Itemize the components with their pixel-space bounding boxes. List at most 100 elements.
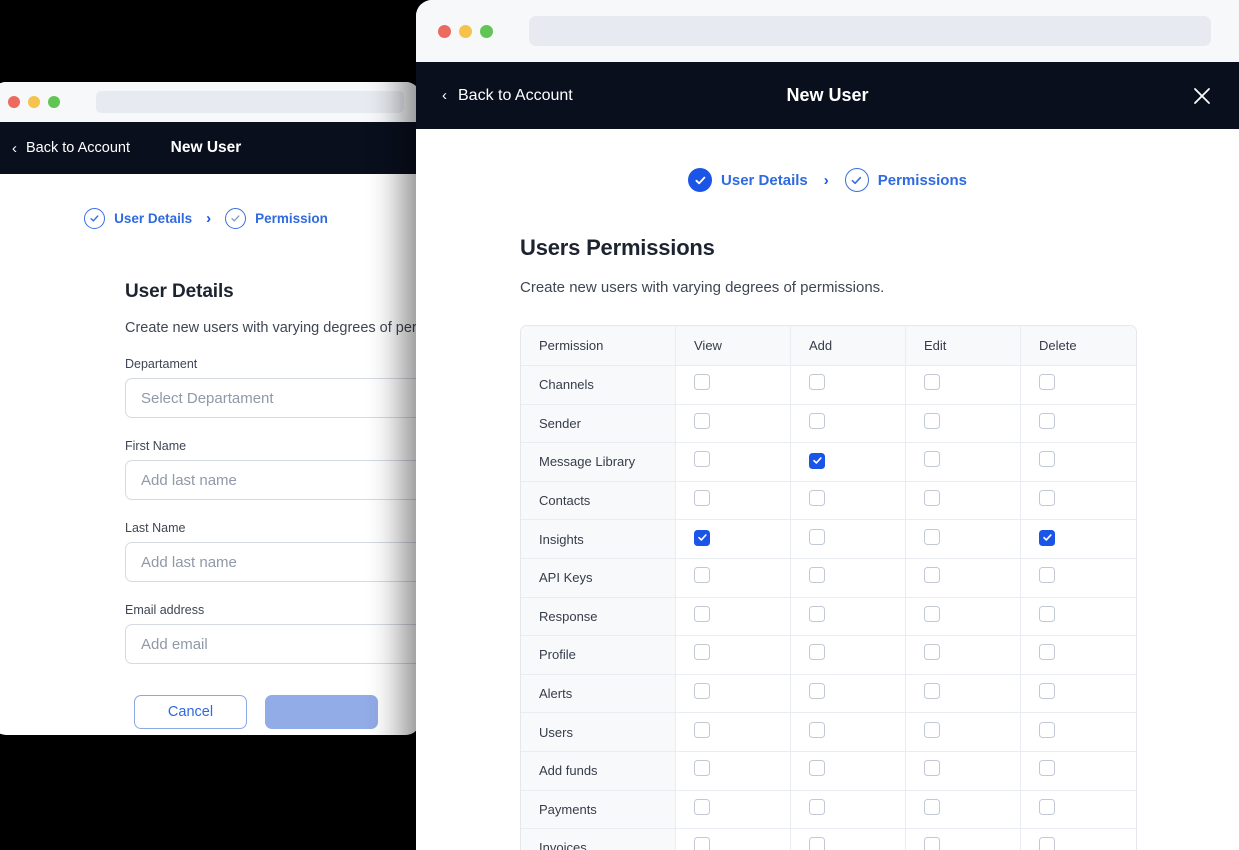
permission-cell-add bbox=[791, 366, 906, 405]
checkbox-view[interactable] bbox=[694, 374, 710, 391]
checkbox-add[interactable] bbox=[809, 644, 825, 661]
first-name-input[interactable]: Add last name bbox=[125, 460, 420, 500]
step-user-details[interactable]: User Details bbox=[688, 168, 808, 192]
maximize-traffic-light-icon[interactable] bbox=[48, 96, 60, 108]
checkbox-add[interactable] bbox=[809, 567, 825, 584]
back-to-account-link[interactable]: ‹ Back to Account bbox=[442, 87, 573, 105]
checkbox-view[interactable] bbox=[694, 837, 710, 850]
checkbox-view[interactable] bbox=[694, 721, 710, 738]
checkbox-edit[interactable] bbox=[924, 451, 940, 468]
permission-cell-delete bbox=[1021, 751, 1136, 791]
minimize-traffic-light-icon[interactable] bbox=[459, 24, 472, 38]
checkbox-edit[interactable] bbox=[924, 644, 940, 661]
permission-name-cell: Users bbox=[521, 713, 676, 752]
check-circle-icon bbox=[84, 208, 106, 229]
checkbox-delete[interactable] bbox=[1039, 374, 1055, 391]
checkbox-delete[interactable] bbox=[1039, 798, 1055, 815]
checkbox-view[interactable] bbox=[694, 605, 710, 622]
permission-cell-edit bbox=[906, 674, 1021, 714]
checkbox-delete[interactable] bbox=[1039, 760, 1055, 777]
permission-cell-view bbox=[676, 366, 791, 405]
back-to-account-link[interactable]: ‹ Back to Account bbox=[12, 140, 130, 156]
checkbox-delete[interactable] bbox=[1039, 529, 1055, 546]
checkbox-delete[interactable] bbox=[1039, 721, 1055, 738]
checkbox-add[interactable] bbox=[809, 721, 825, 738]
checkbox-edit[interactable] bbox=[924, 528, 940, 545]
permissions-table: Permission View Add Edit Delete Channels Send… bbox=[520, 325, 1137, 850]
checkbox-add[interactable] bbox=[809, 490, 825, 507]
checkbox-edit[interactable] bbox=[924, 798, 940, 815]
checkbox-add[interactable] bbox=[809, 837, 825, 850]
table-row: Contacts bbox=[521, 481, 1136, 521]
checkbox-view[interactable] bbox=[694, 451, 710, 468]
table-column-header-permission: Permission bbox=[521, 326, 676, 366]
table-row: Channels bbox=[521, 366, 1136, 405]
checkbox-view[interactable] bbox=[694, 683, 710, 700]
checkbox-view[interactable] bbox=[694, 644, 710, 661]
cancel-button[interactable]: Cancel bbox=[134, 695, 247, 729]
browser-address-bar[interactable] bbox=[96, 91, 404, 113]
checkbox-edit[interactable] bbox=[924, 721, 940, 738]
checkbox-delete[interactable] bbox=[1039, 567, 1055, 584]
permission-cell-delete bbox=[1021, 636, 1136, 675]
permission-name-cell: Sender bbox=[521, 404, 676, 444]
permission-cell-edit bbox=[906, 443, 1021, 482]
checkbox-edit[interactable] bbox=[924, 490, 940, 507]
email-input[interactable]: Add email bbox=[125, 624, 420, 664]
close-icon[interactable] bbox=[1191, 85, 1213, 107]
checkbox-delete[interactable] bbox=[1039, 490, 1055, 507]
checkbox-add[interactable] bbox=[809, 683, 825, 700]
departament-select[interactable]: Select Departament bbox=[125, 378, 420, 418]
checkbox-delete[interactable] bbox=[1039, 412, 1055, 429]
minimize-traffic-light-icon[interactable] bbox=[28, 96, 40, 108]
checkbox-add[interactable] bbox=[809, 412, 825, 429]
checkbox-view[interactable] bbox=[694, 529, 710, 546]
active-window[interactable]: ‹ Back to Account New User User Details … bbox=[416, 0, 1239, 850]
last-name-input[interactable]: Add last name bbox=[125, 542, 420, 582]
checkbox-delete[interactable] bbox=[1039, 451, 1055, 468]
step-user-details-label: User Details bbox=[721, 171, 808, 189]
checkbox-edit[interactable] bbox=[924, 760, 940, 777]
checkbox-edit[interactable] bbox=[924, 683, 940, 700]
close-traffic-light-icon[interactable] bbox=[438, 24, 451, 38]
permission-cell-delete bbox=[1021, 558, 1136, 598]
back-window-app-header: ‹ Back to Account New User bbox=[0, 122, 420, 174]
checkbox-view[interactable] bbox=[694, 567, 710, 584]
checkbox-edit[interactable] bbox=[924, 837, 940, 850]
submit-button[interactable] bbox=[265, 695, 378, 729]
step-permissions[interactable]: Permission bbox=[225, 208, 328, 229]
checkbox-delete[interactable] bbox=[1039, 683, 1055, 700]
checkbox-delete[interactable] bbox=[1039, 644, 1055, 661]
checkbox-add[interactable] bbox=[809, 374, 825, 391]
checkbox-delete[interactable] bbox=[1039, 837, 1055, 850]
front-window-chrome bbox=[416, 0, 1239, 62]
permission-cell-delete bbox=[1021, 713, 1136, 752]
checkbox-delete[interactable] bbox=[1039, 605, 1055, 622]
checkbox-add[interactable] bbox=[809, 760, 825, 777]
step-user-details[interactable]: User Details bbox=[84, 208, 192, 229]
step-permissions[interactable]: Permissions bbox=[844, 168, 967, 192]
field-last-name: Last Name Add last name bbox=[125, 521, 420, 582]
checkbox-view[interactable] bbox=[694, 490, 710, 507]
field-email-address: Email address Add email bbox=[125, 603, 420, 664]
check-circle-icon bbox=[225, 208, 247, 229]
browser-address-bar[interactable] bbox=[529, 16, 1211, 46]
checkbox-view[interactable] bbox=[694, 798, 710, 815]
table-row: Sender bbox=[521, 404, 1136, 444]
permission-cell-add bbox=[791, 558, 906, 598]
checkbox-add[interactable] bbox=[809, 605, 825, 622]
checkbox-add[interactable] bbox=[809, 798, 825, 815]
permission-cell-view bbox=[676, 636, 791, 675]
background-window[interactable]: ‹ Back to Account New User User Details … bbox=[0, 82, 420, 735]
checkbox-edit[interactable] bbox=[924, 374, 940, 391]
back-window-chrome bbox=[0, 82, 420, 122]
checkbox-edit[interactable] bbox=[924, 605, 940, 622]
maximize-traffic-light-icon[interactable] bbox=[480, 24, 493, 38]
checkbox-add[interactable] bbox=[809, 452, 825, 469]
checkbox-view[interactable] bbox=[694, 760, 710, 777]
close-traffic-light-icon[interactable] bbox=[8, 96, 20, 108]
checkbox-edit[interactable] bbox=[924, 567, 940, 584]
checkbox-view[interactable] bbox=[694, 412, 710, 429]
checkbox-edit[interactable] bbox=[924, 412, 940, 429]
checkbox-add[interactable] bbox=[809, 528, 825, 545]
